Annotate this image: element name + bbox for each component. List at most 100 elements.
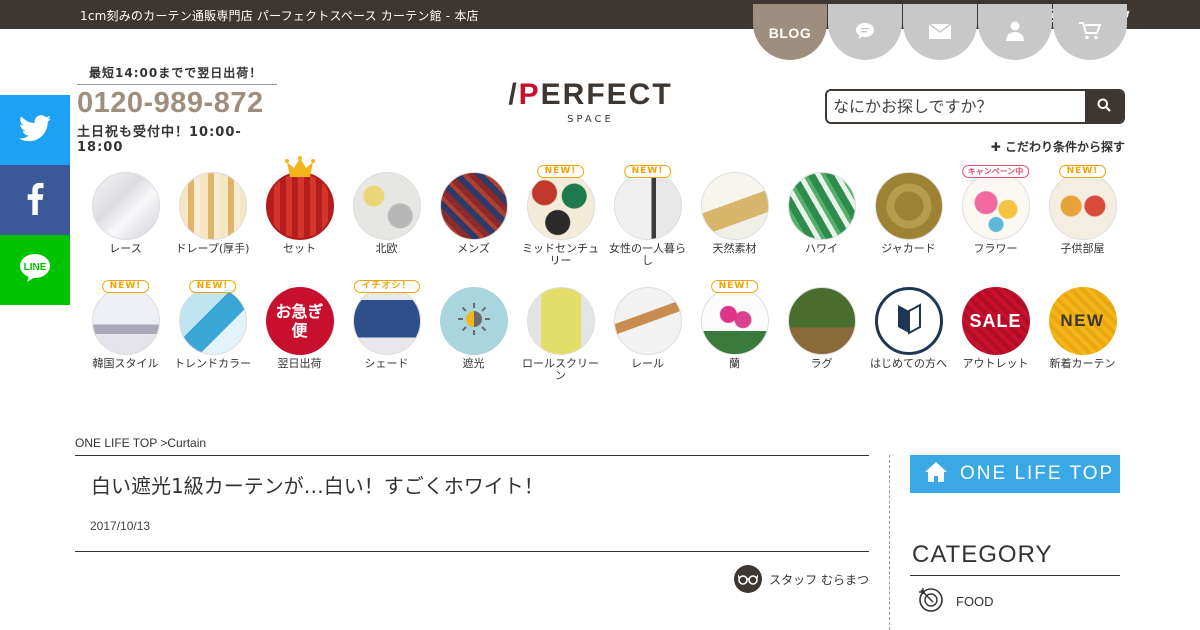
kids-room-thumbnail <box>1048 172 1117 240</box>
twitter-icon <box>19 114 51 146</box>
header-nav: BLOG <box>753 4 1127 60</box>
category-single-woman[interactable]: NEW! 女性の一人暮らし <box>604 165 691 267</box>
author-name: スタッフ むらまつ <box>769 572 869 587</box>
single-woman-thumbnail <box>613 172 682 240</box>
one-life-top-button[interactable]: ONE LIFE TOP <box>910 455 1120 493</box>
column-divider <box>889 455 890 630</box>
chat-icon <box>855 22 875 44</box>
search-icon <box>1097 97 1111 116</box>
category-roll-screen[interactable]: ロールスクリーン <box>517 287 604 382</box>
category-outlet[interactable]: SALE アウトレット <box>952 287 1039 382</box>
chat-button[interactable] <box>828 4 902 60</box>
category-blackout[interactable]: 遮光 <box>430 287 517 382</box>
category-rug[interactable]: ラグ <box>778 287 865 382</box>
line-icon: LINE <box>19 253 51 287</box>
divider <box>75 551 869 552</box>
article-title: 白い遮光1級カーテンが…白い！すごくホワイト！ <box>91 474 544 498</box>
svg-text:LINE: LINE <box>24 262 47 273</box>
korean-thumbnail <box>91 287 160 355</box>
category-set[interactable]: セット <box>256 156 343 267</box>
roll-screen-thumbnail <box>526 287 595 355</box>
divider <box>75 455 869 456</box>
cart-icon <box>1079 22 1102 44</box>
flower-thumbnail <box>961 172 1030 240</box>
user-icon <box>1006 21 1024 45</box>
search-input[interactable] <box>827 91 1085 122</box>
beginner-mark-icon <box>896 303 922 339</box>
category-flower[interactable]: キャンペーン中 フラワー <box>952 165 1039 267</box>
site-title[interactable]: 1cm刻みのカーテン通販専門店 パーフェクトスペース カーテン館 - 本店 <box>80 7 479 24</box>
category-rail[interactable]: レール <box>604 287 691 382</box>
logo-wordmark: /PERFECT <box>508 78 673 111</box>
glasses-icon <box>734 565 763 593</box>
category-drape[interactable]: ドレープ(厚手) <box>169 172 256 267</box>
hawaii-thumbnail <box>787 172 856 240</box>
new-thumbnail: NEW <box>1048 287 1117 355</box>
advanced-search-link[interactable]: ✚ こだわり条件から探す <box>991 138 1125 155</box>
category-lace[interactable]: レース <box>82 172 169 267</box>
search-button[interactable] <box>1085 91 1123 122</box>
search-box <box>825 89 1125 124</box>
phone-hours: 土日祝も受付中！10:00-18:00 <box>77 125 242 155</box>
breadcrumb[interactable]: ONE LIFE TOP >Curtain <box>75 436 206 450</box>
trend-color-thumbnail <box>178 287 247 355</box>
drape-thumbnail <box>178 172 247 240</box>
category-grid-row2: NEW! 韓国スタイル NEW! トレンドカラー お急ぎ便 翌日出荷 イチオシ！… <box>82 280 1126 382</box>
new-badge: NEW! <box>1058 165 1107 178</box>
line-share-button[interactable]: LINE <box>0 235 70 305</box>
category-shade[interactable]: イチオシ！ シェード <box>343 280 430 382</box>
category-item-food[interactable]: FOOD <box>918 587 994 616</box>
category-trend-color[interactable]: NEW! トレンドカラー <box>169 280 256 382</box>
set-thumbnail <box>265 172 334 240</box>
category-jacquard[interactable]: ジャカード <box>865 172 952 267</box>
recommend-badge: イチオシ！ <box>353 280 420 293</box>
new-badge: NEW! <box>623 165 672 178</box>
crown-icon <box>284 156 315 182</box>
nordic-thumbnail <box>352 172 421 240</box>
food-icon <box>918 587 944 616</box>
blackout-thumbnail <box>439 287 508 355</box>
rug-thumbnail <box>787 287 856 355</box>
category-heading: CATEGORY <box>912 541 1053 568</box>
phone-number[interactable]: 0120-989-872 <box>77 85 277 121</box>
sale-thumbnail: SALE <box>961 287 1030 355</box>
category-grid-row1: レース ドレープ(厚手) セット 北欧 メンズ NEW! ミッドセンチュリー N… <box>82 156 1126 267</box>
beginner-thumbnail <box>874 287 943 355</box>
category-hawaii[interactable]: ハワイ <box>778 172 865 267</box>
phone-block: 最短14:00までで翌日出荷！ 0120-989-872 土日祝も受付中！10:… <box>77 64 277 155</box>
new-badge: NEW! <box>101 280 150 293</box>
category-next-day[interactable]: お急ぎ便 翌日出荷 <box>256 287 343 382</box>
site-logo[interactable]: /PERFECT SPACE <box>503 78 678 126</box>
blog-button[interactable]: BLOG <box>753 4 827 60</box>
facebook-icon <box>26 181 44 219</box>
facebook-share-button[interactable] <box>0 165 70 235</box>
new-badge: NEW! <box>536 165 585 178</box>
mens-thumbnail <box>439 172 508 240</box>
category-kids-room[interactable]: NEW! 子供部屋 <box>1039 165 1126 267</box>
category-orchid[interactable]: NEW! 蘭 <box>691 280 778 382</box>
orchid-thumbnail <box>700 287 769 355</box>
account-button[interactable] <box>978 4 1052 60</box>
express-thumbnail: お急ぎ便 <box>265 287 334 355</box>
shipping-note: 最短14:00までで翌日出荷！ <box>77 64 277 85</box>
divider <box>910 575 1120 576</box>
campaign-badge: キャンペーン中 <box>961 165 1030 178</box>
mail-button[interactable] <box>903 4 977 60</box>
category-mid-century[interactable]: NEW! ミッドセンチュリー <box>517 165 604 267</box>
category-item-label: FOOD <box>956 594 994 609</box>
one-life-top-label: ONE LIFE TOP <box>960 463 1115 484</box>
category-mens[interactable]: メンズ <box>430 172 517 267</box>
article-date: 2017/10/13 <box>90 519 151 533</box>
cart-button[interactable] <box>1053 4 1127 60</box>
new-badge: NEW! <box>188 280 237 293</box>
lace-thumbnail <box>91 172 160 240</box>
article-author[interactable]: スタッフ むらまつ <box>734 565 869 593</box>
twitter-share-button[interactable] <box>0 95 70 165</box>
category-natural[interactable]: 天然素材 <box>691 172 778 267</box>
mail-icon <box>928 22 952 43</box>
category-first-time[interactable]: はじめての方へ <box>865 287 952 382</box>
category-new-arrivals[interactable]: NEW 新着カーテン <box>1039 287 1126 382</box>
sun-icon <box>456 301 492 341</box>
category-nordic[interactable]: 北欧 <box>343 172 430 267</box>
category-korean[interactable]: NEW! 韓国スタイル <box>82 280 169 382</box>
